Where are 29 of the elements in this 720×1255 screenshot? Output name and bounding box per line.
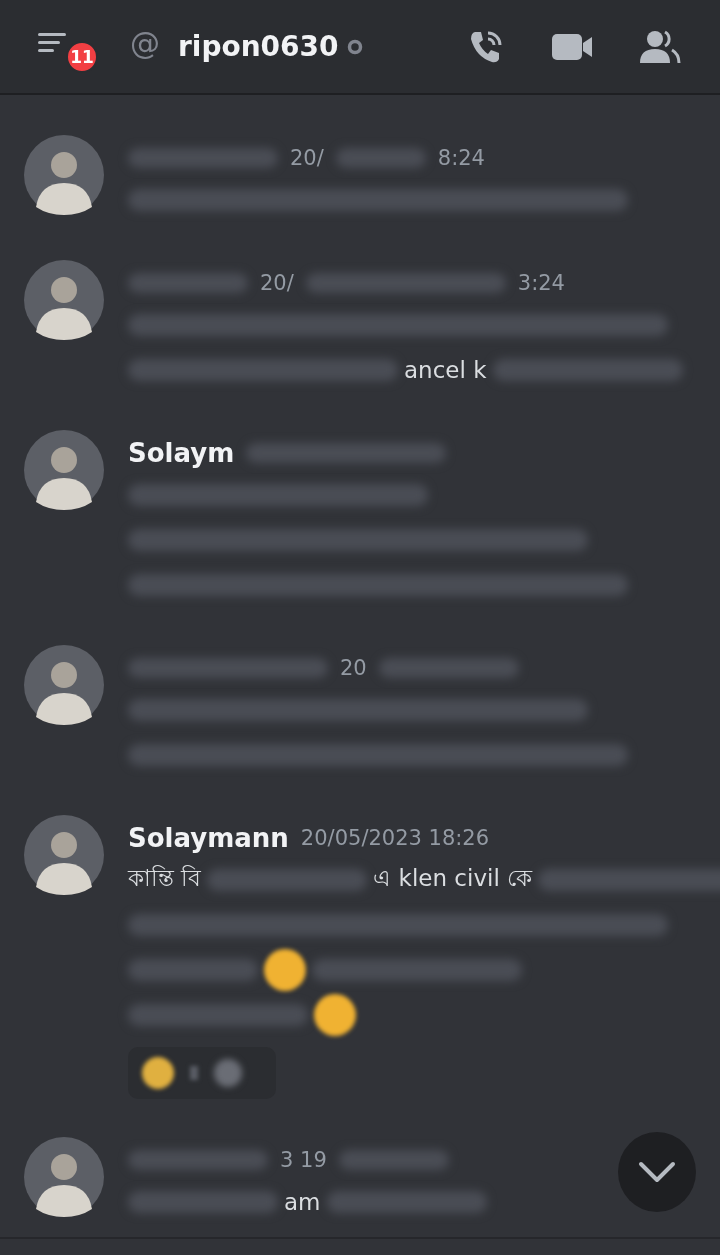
members-icon[interactable] (638, 28, 682, 65)
message-text: এ klen civil কে (373, 864, 533, 893)
menu-icon[interactable] (38, 30, 68, 55)
message-text: am (284, 1188, 321, 1215)
timestamp: 20/ (290, 146, 324, 170)
avatar[interactable] (24, 260, 104, 340)
message-text: ancel k (404, 356, 487, 383)
status-icon (346, 38, 363, 55)
emoji-icon (264, 948, 306, 991)
avatar[interactable] (24, 815, 104, 895)
avatar[interactable] (24, 430, 104, 510)
reaction-pills[interactable] (128, 1047, 276, 1099)
timestamp: 20/ (260, 271, 294, 295)
channel-title: ripon0630 (178, 30, 339, 63)
timestamp: 20/05/2023 18:26 (300, 826, 490, 850)
unread-badge: 11 (66, 40, 98, 73)
avatar[interactable] (24, 135, 104, 215)
avatar[interactable] (24, 645, 104, 725)
author-name[interactable]: Solaymann (128, 823, 289, 853)
at-sign: @ (130, 26, 160, 61)
author-name[interactable]: Solaym (128, 438, 235, 468)
chevron-down-icon (637, 1160, 677, 1184)
message-text: কান্তি বি (128, 864, 202, 893)
timestamp: 3:24 (517, 271, 565, 295)
avatar[interactable] (24, 1137, 104, 1217)
timestamp: 3 19 (280, 1148, 327, 1172)
timestamp: 20 (340, 656, 367, 680)
emoji-icon (314, 993, 356, 1036)
timestamp: 8:24 (437, 146, 485, 170)
